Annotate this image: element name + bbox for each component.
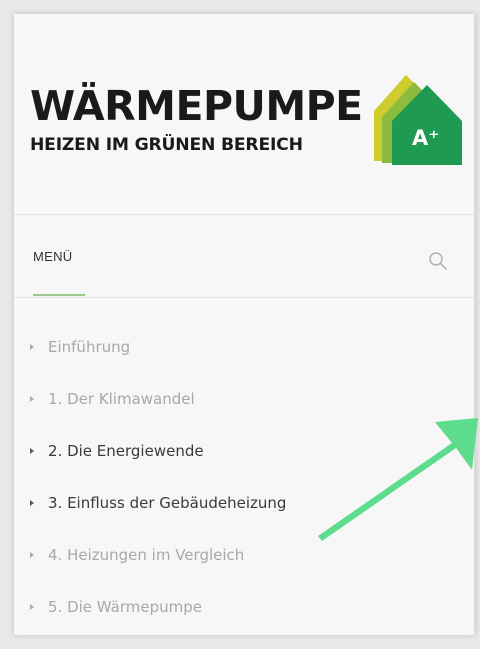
site-header: WÄRMEPUMPE HEIZEN IM GRÜNEN BEREICH A⁺ xyxy=(14,14,474,215)
caret-right-icon xyxy=(30,448,34,454)
nav-item-einfuehrung[interactable]: Einführung xyxy=(30,332,130,362)
caret-right-icon xyxy=(30,604,34,610)
search-button[interactable] xyxy=(426,249,450,273)
screenshot-frame: WÄRMEPUMPE HEIZEN IM GRÜNEN BEREICH A⁺ M… xyxy=(0,0,480,649)
logo-title: WÄRMEPUMPE xyxy=(30,82,363,130)
house-energy-label-icon: A⁺ xyxy=(370,65,470,177)
menu-label[interactable]: MENÜ xyxy=(33,249,72,264)
nav-item-label: 5. Die Wärmepumpe xyxy=(48,598,202,616)
nav-item-gebaeudeheizung[interactable]: 3. Einfluss der Gebäudeheizung xyxy=(30,488,286,518)
nav-item-label: 4. Heizungen im Vergleich xyxy=(48,546,245,564)
nav-item-waermepumpe[interactable]: 5. Die Wärmepumpe xyxy=(30,592,202,622)
nav-item-energiewende[interactable]: 2. Die Energiewende xyxy=(30,436,204,466)
logo-subtitle: HEIZEN IM GRÜNEN BEREICH xyxy=(30,135,303,155)
nav-item-klimawandel[interactable]: 1. Der Klimawandel xyxy=(30,384,195,414)
nav-item-label: Einführung xyxy=(48,338,131,356)
energy-class-badge: A⁺ xyxy=(412,126,440,150)
caret-right-icon xyxy=(30,344,34,350)
caret-right-icon xyxy=(30,500,34,506)
nav-item-label: 2. Die Energiewende xyxy=(48,442,204,460)
search-icon xyxy=(429,252,447,270)
mobile-page-panel: WÄRMEPUMPE HEIZEN IM GRÜNEN BEREICH A⁺ M… xyxy=(14,14,475,635)
menu-bar: MENÜ xyxy=(14,215,474,298)
caret-right-icon xyxy=(30,552,34,558)
nav-item-label: 3. Einfluss der Gebäudeheizung xyxy=(48,494,287,512)
caret-right-icon xyxy=(30,396,34,402)
menu-active-underline xyxy=(33,294,85,296)
nav-item-label: 1. Der Klimawandel xyxy=(48,390,195,408)
nav-item-heizungen-vergleich[interactable]: 4. Heizungen im Vergleich xyxy=(30,540,244,570)
